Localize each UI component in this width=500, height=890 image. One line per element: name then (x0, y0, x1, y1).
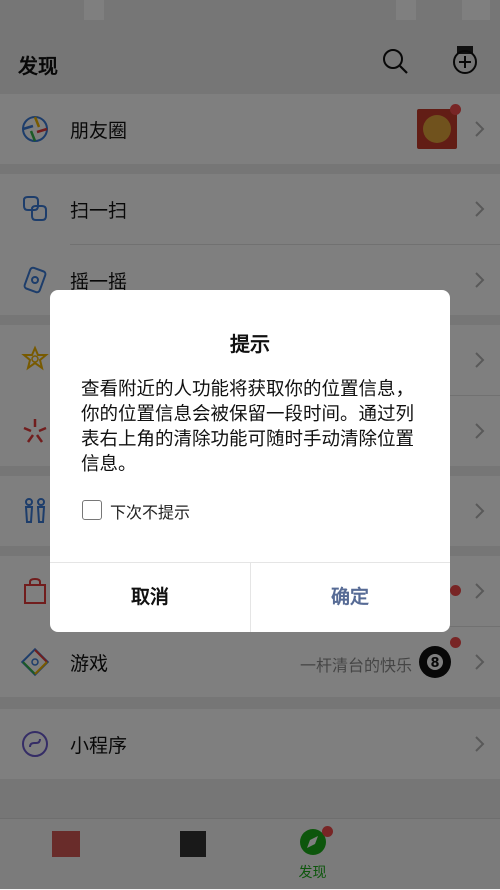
location-permission-dialog: 提示 查看附近的人功能将获取你的位置信息，你的位置信息会被保留一段时间。通过列表… (50, 290, 450, 632)
confirm-button[interactable]: 确定 (250, 562, 450, 632)
dialog-message: 查看附近的人功能将获取你的位置信息，你的位置信息会被保留一段时间。通过列表右上角… (81, 379, 415, 475)
cancel-button[interactable]: 取消 (50, 562, 250, 632)
dont-remind-checkbox[interactable] (82, 500, 102, 520)
dialog-title: 提示 (230, 332, 270, 356)
checkbox-label[interactable]: 下次不提示 (110, 499, 190, 523)
